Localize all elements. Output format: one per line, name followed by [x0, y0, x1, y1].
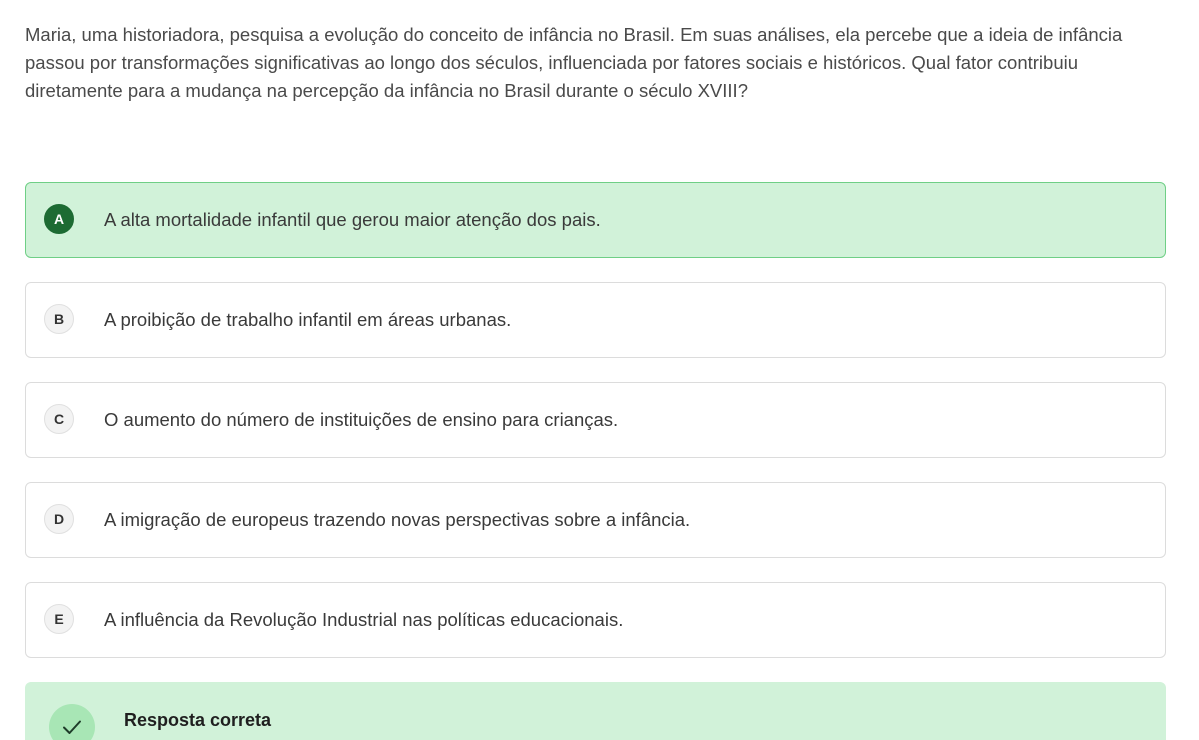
feedback-panel: Resposta correta: [25, 682, 1166, 740]
check-icon: [49, 704, 95, 740]
feedback-title: Resposta correta: [124, 710, 272, 730]
option-e[interactable]: E A influência da Revolução Industrial n…: [25, 582, 1166, 658]
question-text: Maria, uma historiadora, pesquisa a evol…: [25, 24, 1123, 101]
option-d[interactable]: D A imigração de europeus trazendo novas…: [25, 482, 1166, 558]
option-letter-e: E: [44, 604, 74, 634]
option-text-b: A proibição de trabalho infantil em área…: [104, 309, 512, 330]
option-letter-a: A: [44, 204, 74, 234]
option-b[interactable]: B A proibição de trabalho infantil em ár…: [25, 282, 1166, 358]
option-text-a: A alta mortalidade infantil que gerou ma…: [104, 209, 601, 230]
option-letter-d: D: [44, 504, 74, 534]
option-text-d: A imigração de europeus trazendo novas p…: [104, 509, 691, 530]
option-c[interactable]: C O aumento do número de instituições de…: [25, 382, 1166, 458]
option-letter-b: B: [44, 304, 74, 334]
option-text-c: O aumento do número de instituições de e…: [104, 409, 619, 430]
option-a[interactable]: A A alta mortalidade infantil que gerou …: [25, 182, 1166, 258]
option-text-e: A influência da Revolução Industrial nas…: [104, 609, 624, 630]
question-page: Maria, uma historiadora, pesquisa a evol…: [0, 0, 1199, 740]
option-letter-c: C: [44, 404, 74, 434]
